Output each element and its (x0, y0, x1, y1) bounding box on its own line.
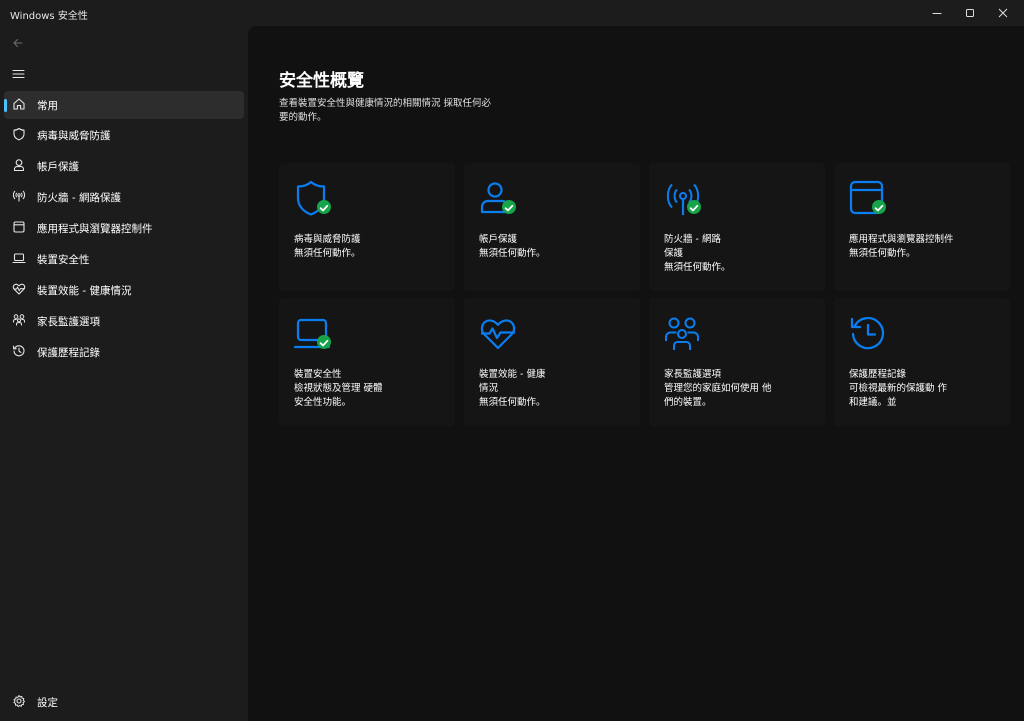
card-title: 保護歷程記錄 (849, 369, 907, 380)
close-button[interactable] (986, 0, 1020, 26)
laptop-icon (12, 253, 26, 264)
minimize-button[interactable] (920, 0, 954, 26)
card-description: 無須任何動作。 (849, 248, 916, 259)
back-button[interactable] (6, 31, 30, 55)
hamburger-icon (11, 69, 25, 79)
card-title: 防火牆 - 網路保護 (664, 234, 721, 259)
sidebar-item-label: 防火牆 - 網路保護 (37, 192, 121, 204)
gear-icon (13, 695, 25, 708)
sidebar-item-label: 裝置效能 - 健康情況 (37, 285, 132, 297)
sidebar-item-device-performance[interactable]: 裝置效能 - 健康情況 (4, 276, 244, 304)
window-title: Windows 安全性 (10, 11, 88, 22)
app-window-icon (13, 221, 25, 233)
card-description: 無須任何動作。 (479, 397, 546, 408)
status-check-icon (317, 335, 331, 349)
card-device-security[interactable]: 裝置安全性 檢視狀態及管理 硬體安全性功能。 (279, 298, 455, 426)
card-description: 無須任何動作。 (664, 262, 731, 273)
card-title: 家長監護選項 (664, 369, 722, 380)
card-text: 病毒與威脅防護 無須任何動作。 (294, 233, 444, 261)
sidebar-item-device-security[interactable]: 裝置安全性 (4, 245, 244, 273)
sidebar-item-label: 常用 (37, 100, 58, 112)
sidebar-item-family-options[interactable]: 家長監護選項 (4, 307, 244, 335)
card-title: 病毒與威脅防護 (294, 234, 361, 245)
close-icon (998, 8, 1008, 18)
card-description: 無須任何動作。 (479, 248, 546, 259)
home-icon (13, 98, 25, 110)
antenna-icon (12, 190, 26, 202)
maximize-icon (966, 9, 974, 17)
back-arrow-icon (13, 38, 23, 48)
main-content: 安全性概覽 查看裝置安全性與健康情況的相關情況 採取任何必要的動作。 病毒與威脅… (248, 26, 1024, 721)
sidebar: 常用 病毒與威脅防護 帳戶保護 防火牆 - 網路保護 應用程式與瀏覽器控制件 裝… (0, 26, 248, 721)
heart-pulse-icon (12, 283, 26, 295)
family-icon (665, 317, 699, 350)
minimize-icon (932, 13, 942, 14)
sidebar-item-home[interactable]: 常用 (4, 91, 244, 119)
menu-button[interactable] (6, 62, 30, 86)
card-firewall[interactable]: 防火牆 - 網路保護 無須任何動作。 (649, 163, 825, 291)
sidebar-item-label: 家長監護選項 (37, 316, 100, 328)
sidebar-item-label: 設定 (37, 697, 58, 709)
sidebar-item-account-protection[interactable]: 帳戶保護 (4, 152, 244, 180)
status-check-icon (317, 200, 331, 214)
sidebar-item-label: 裝置安全性 (37, 254, 90, 266)
active-indicator (4, 99, 7, 112)
sidebar-item-virus-protection[interactable]: 病毒與威脅防護 (4, 121, 244, 149)
card-title: 應用程式與瀏覽器控制件 (849, 234, 954, 245)
card-title: 裝置效能 - 健康情況 (479, 369, 546, 394)
card-app-browser-control[interactable]: 應用程式與瀏覽器控制件 無須任何動作。 (834, 163, 1010, 291)
card-description: 檢視狀態及管理 硬體安全性功能。 (294, 383, 383, 408)
page-title: 安全性概覽 (279, 71, 364, 91)
maximize-button[interactable] (953, 0, 987, 26)
card-description: 管理您的家庭如何使用 他們的裝置。 (664, 383, 772, 408)
sidebar-item-firewall[interactable]: 防火牆 - 網路保護 (4, 183, 244, 211)
card-text: 家長監護選項 管理您的家庭如何使用 他們的裝置。 (664, 368, 776, 410)
card-description: 可檢視最新的保護動 作和建議。並 (849, 383, 948, 408)
card-text: 裝置效能 - 健康情況 無須任何動作。 (479, 368, 551, 410)
heart-pulse-icon (480, 319, 516, 350)
app-window: Windows 安全性 常用 病毒與威脅防護 帳戶保護 防火牆 - 網路保護 應… (0, 0, 1024, 721)
card-text: 防火牆 - 網路保護 無須任何動作。 (664, 233, 731, 275)
family-icon (13, 314, 25, 326)
card-text: 應用程式與瀏覽器控制件 無須任何動作。 (849, 233, 999, 261)
shield-icon (13, 127, 25, 141)
card-description: 無須任何動作。 (294, 248, 361, 259)
card-virus-protection[interactable]: 病毒與威脅防護 無須任何動作。 (279, 163, 455, 291)
status-check-icon (687, 200, 701, 214)
sidebar-item-label: 帳戶保護 (37, 161, 79, 173)
person-icon (13, 159, 25, 172)
sidebar-item-label: 病毒與威脅防護 (37, 130, 111, 142)
card-text: 帳戶保護 無須任何動作。 (479, 233, 629, 261)
sidebar-item-label: 保護歷程記錄 (37, 347, 100, 359)
sidebar-item-label: 應用程式與瀏覽器控制件 (37, 223, 153, 235)
card-device-performance[interactable]: 裝置效能 - 健康情況 無須任何動作。 (464, 298, 640, 426)
card-title: 裝置安全性 (294, 369, 342, 380)
sidebar-item-settings[interactable]: 設定 (4, 688, 244, 716)
sidebar-item-app-browser-control[interactable]: 應用程式與瀏覽器控制件 (4, 214, 244, 242)
card-protection-history[interactable]: 保護歷程記錄 可檢視最新的保護動 作和建議。並 (834, 298, 1010, 426)
card-account-protection[interactable]: 帳戶保護 無須任何動作。 (464, 163, 640, 291)
card-text: 裝置安全性 檢視狀態及管理 硬體安全性功能。 (294, 368, 444, 410)
sidebar-item-protection-history[interactable]: 保護歷程記錄 (4, 338, 244, 366)
status-check-icon (502, 200, 516, 214)
title-bar: Windows 安全性 (0, 0, 1024, 26)
card-family-options[interactable]: 家長監護選項 管理您的家庭如何使用 他們的裝置。 (649, 298, 825, 426)
history-icon (850, 317, 885, 350)
status-check-icon (872, 200, 886, 214)
page-subtitle: 查看裝置安全性與健康情況的相關情況 採取任何必要的動作。 (279, 98, 492, 123)
card-title: 帳戶保護 (479, 234, 518, 245)
history-icon (13, 345, 25, 357)
card-text: 保護歷程記錄 可檢視最新的保護動 作和建議。並 (849, 368, 951, 410)
